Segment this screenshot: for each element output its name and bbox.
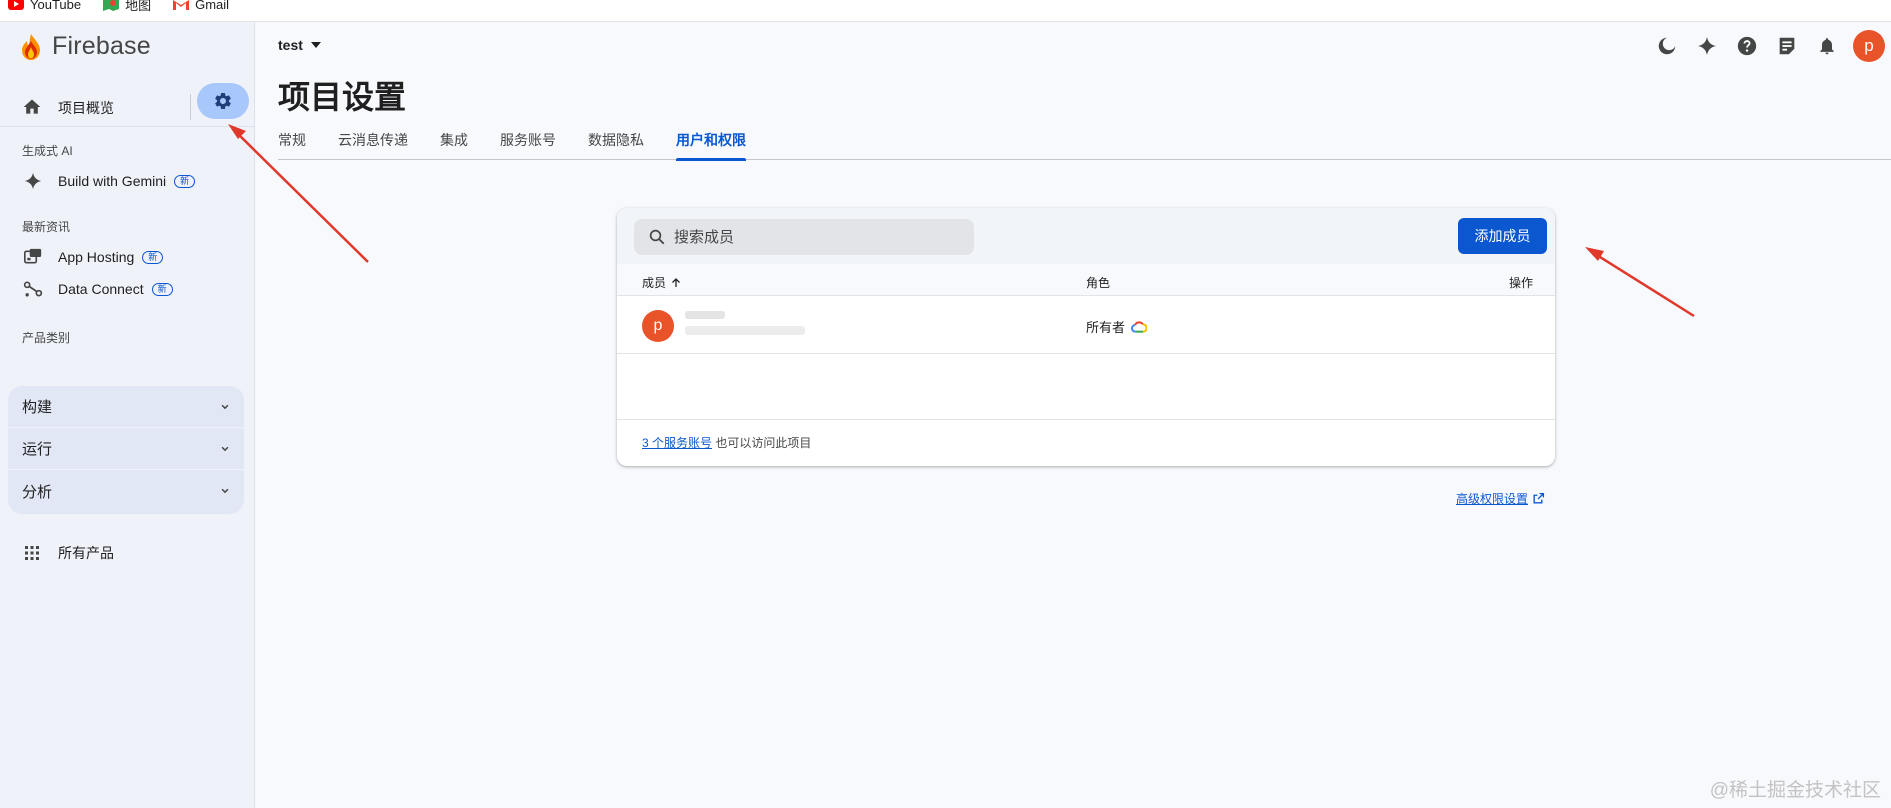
sidebar-item-all-products[interactable]: 所有产品 (0, 538, 255, 568)
chevron-down-icon (221, 404, 229, 409)
redacted-member-email (685, 326, 805, 335)
bookmark-label: YouTube (30, 0, 82, 12)
help-icon (1737, 36, 1757, 56)
external-link-icon (1533, 492, 1545, 504)
tab-cloud-messaging[interactable]: 云消息传递 (338, 128, 408, 160)
apps-grid-icon (25, 546, 39, 560)
notes-icon (1779, 37, 1795, 55)
sidebar: Firebase 项目概览 生成式 AI Build with Gemini 新… (0, 22, 255, 808)
caret-down-icon (310, 42, 321, 48)
section-label-genai: 生成式 AI (22, 144, 73, 158)
project-overview-label: 项目概览 (58, 100, 114, 116)
release-notes-button[interactable] (1767, 30, 1807, 62)
category-label: 构建 (22, 399, 53, 416)
members-card: 添加成员 成员 角色 操作 p 所有者 3 个服务账号 也可以访问此项目 (617, 208, 1555, 466)
category-analytics[interactable]: 分析 (8, 470, 244, 512)
page-title: 项目设置 (278, 79, 407, 115)
member-avatar: p (642, 310, 674, 342)
project-settings-button[interactable] (197, 83, 249, 119)
maps-icon (103, 0, 120, 11)
new-badge: 新 (151, 282, 173, 296)
account-avatar[interactable]: p (1853, 30, 1885, 62)
tab-users-and-permissions[interactable]: 用户和权限 (676, 128, 746, 161)
sparkle-icon (22, 170, 44, 192)
gemini-button[interactable] (1687, 30, 1727, 62)
category-build[interactable]: 构建 (8, 386, 244, 428)
home-icon (23, 99, 41, 114)
category-label: 运行 (22, 441, 53, 458)
sidebar-item-app-hosting[interactable]: App Hosting 新 (0, 242, 255, 272)
advanced-permissions-label: 高级权限设置 (1456, 492, 1529, 506)
search-icon (649, 229, 665, 245)
service-accounts-link[interactable]: 3 个服务账号 (642, 436, 712, 450)
bookmark-maps[interactable]: 地图 (103, 0, 152, 13)
sidebar-item-label: Build with Gemini (58, 173, 167, 189)
table-header: 成员 角色 操作 (617, 264, 1555, 296)
app-hosting-icon (22, 246, 44, 268)
youtube-icon (8, 0, 24, 10)
chevron-down-icon (221, 488, 229, 494)
column-header-actions: 操作 (1508, 276, 1533, 290)
category-group: 构建 运行 分析 (8, 386, 244, 514)
bell-icon (1820, 38, 1834, 55)
advanced-permissions-link[interactable]: 高级权限设置 (1456, 490, 1545, 507)
column-header-label: 成员 (642, 276, 667, 290)
gmail-icon (173, 0, 190, 10)
data-connect-icon (22, 278, 44, 300)
tab-data-privacy[interactable]: 数据隐私 (588, 128, 644, 160)
sidebar-item-gemini[interactable]: Build with Gemini 新 (0, 166, 255, 196)
moon-icon (1658, 37, 1676, 55)
service-accounts-note: 3 个服务账号 也可以访问此项目 (642, 434, 811, 451)
tab-general[interactable]: 常规 (278, 128, 306, 160)
bookmarks-bar: YouTube 地图 Gmail (0, 0, 1891, 22)
new-badge: 新 (174, 174, 196, 188)
sidebar-item-label: Data Connect (58, 281, 144, 297)
gear-icon (215, 93, 231, 109)
notifications-button[interactable] (1807, 30, 1847, 62)
help-button[interactable] (1727, 30, 1767, 62)
section-label-categories: 产品类别 (22, 331, 71, 345)
section-label-news: 最新资讯 (22, 220, 71, 234)
brand-name: Firebase (52, 32, 151, 60)
search-members-input[interactable] (674, 228, 954, 246)
sparkle-icon (1697, 36, 1717, 56)
search-box (634, 219, 974, 255)
divider (0, 126, 255, 127)
project-selector[interactable]: test (278, 37, 321, 53)
sort-ascending-icon (672, 277, 680, 287)
sidebar-item-label: App Hosting (58, 249, 135, 265)
google-cloud-icon (1131, 320, 1148, 333)
project-name: test (278, 37, 303, 53)
bookmark-label: Gmail (195, 0, 230, 12)
members-toolbar: 添加成员 (617, 208, 1555, 264)
firebase-logo-icon (22, 33, 40, 60)
annotation-arrow (1585, 247, 1695, 318)
bookmark-label: 地图 (125, 0, 152, 13)
tab-integrations[interactable]: 集成 (440, 128, 468, 160)
member-role: 所有者 (1086, 317, 1148, 336)
bookmark-gmail[interactable]: Gmail (173, 0, 229, 12)
tab-service-accounts[interactable]: 服务账号 (500, 128, 556, 160)
bookmark-youtube[interactable]: YouTube (8, 0, 81, 12)
column-header-role: 角色 (1086, 276, 1111, 290)
chevron-down-icon (221, 446, 229, 451)
category-run[interactable]: 运行 (8, 428, 244, 470)
new-badge: 新 (142, 250, 164, 264)
top-toolbar: p (1647, 30, 1891, 62)
category-label: 分析 (22, 483, 53, 501)
dark-mode-button[interactable] (1647, 30, 1687, 62)
sidebar-item-label: 所有产品 (58, 545, 114, 561)
sidebar-item-data-connect[interactable]: Data Connect 新 (0, 274, 255, 304)
column-header-member[interactable]: 成员 (642, 274, 682, 291)
service-accounts-note-text: 也可以访问此项目 (712, 436, 812, 450)
watermark: @稀土掘金技术社区 (1709, 780, 1881, 801)
firebase-brand[interactable]: Firebase (20, 32, 151, 61)
table-row: p 所有者 (617, 296, 1555, 354)
empty-row (617, 354, 1555, 420)
role-label: 所有者 (1086, 320, 1126, 335)
redacted-member-name (685, 311, 725, 319)
add-member-button[interactable]: 添加成员 (1458, 218, 1547, 254)
divider (190, 94, 191, 120)
settings-tabs: 常规 云消息传递 集成 服务账号 数据隐私 用户和权限 (278, 128, 1891, 161)
